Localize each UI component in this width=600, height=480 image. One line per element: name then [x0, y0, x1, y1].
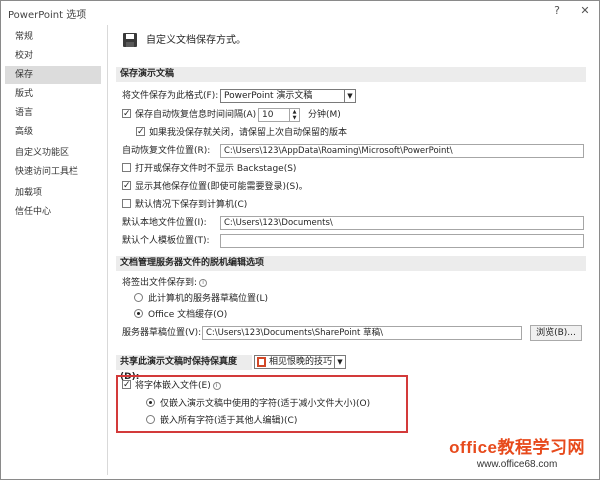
sidebar-item-language[interactable]: 语言: [5, 104, 101, 122]
save-icon: [123, 33, 137, 47]
show-additional-row: 显示其他保存位置(即使可能需要登录)(S)。: [122, 178, 308, 195]
title-bar: PowerPoint 选项 ? ✕: [1, 1, 599, 23]
autorecover-minutes-value: 10: [262, 110, 274, 120]
fidelity-section-header: 共享此演示文稿时保持保真度(D):: [116, 355, 252, 382]
watermark-title: office教程学习网: [449, 438, 585, 457]
sidebar-item-quick-access[interactable]: 快速访问工具栏: [5, 163, 101, 181]
no-backstage-label: 打开或保存文件时不显示 Backstage(S): [135, 164, 297, 174]
sidebar-item-layout[interactable]: 版式: [5, 85, 101, 103]
personal-templates-input[interactable]: [220, 234, 584, 248]
watermark-url: www.office68.com: [476, 459, 558, 470]
chevron-down-icon: ▼: [334, 356, 345, 368]
save-to-computer-checkbox[interactable]: [122, 199, 131, 208]
options-window: PowerPoint 选项 ? ✕ 常规 校对 保存 版式 语言 高级 自定义功…: [0, 0, 600, 480]
close-button[interactable]: ✕: [573, 3, 597, 19]
sidebar-item-add-ins[interactable]: 加载项: [5, 184, 101, 202]
autorecover-minutes-stepper[interactable]: 10 ▲ ▼: [258, 108, 300, 122]
keep-last-label: 如果我没保存就关闭，请保留上次自动保留的版本: [149, 128, 348, 138]
embed-fonts-checkbox[interactable]: [122, 377, 131, 393]
sidebar-item-advanced[interactable]: 高级: [5, 123, 101, 141]
sidebar: 常规 校对 保存 版式 语言 高级 自定义功能区 快速访问工具栏 加载项 信任中…: [5, 25, 101, 475]
window-title: PowerPoint 选项: [8, 10, 87, 21]
browse-button[interactable]: 浏览(B)...: [530, 325, 582, 341]
embed-all-label: 嵌入所有字符(适于其他人编辑)(C): [160, 416, 298, 426]
show-additional-label: 显示其他保存位置(即使可能需要登录)(S)。: [135, 182, 308, 192]
embed-all-row: 嵌入所有字符(适于其他人编辑)(C): [146, 413, 297, 429]
drafts-location-label: 服务器草稿位置(V):: [122, 328, 202, 338]
fidelity-presentation-select[interactable]: 相见恨晚的技巧 ▼: [254, 355, 346, 369]
show-additional-checkbox[interactable]: [122, 178, 131, 194]
content-pane: 自定义文档保存方式。 保存演示文稿 将文件保存为此格式(F): PowerPoi…: [107, 25, 595, 475]
server-drafts-label: 此计算机的服务器草稿位置(L): [148, 294, 269, 304]
server-drafts-radio[interactable]: [134, 293, 143, 302]
fidelity-presentation-value: 相见恨晚的技巧: [269, 357, 333, 367]
save-to-computer-label: 默认情况下保存到计算机(C): [135, 200, 248, 210]
page-title: 自定义文档保存方式。: [146, 35, 246, 46]
sidebar-item-general[interactable]: 常规: [5, 28, 101, 46]
format-select-value: PowerPoint 演示文稿: [224, 91, 313, 101]
checkout-label: 将签出文件保存到:: [122, 278, 198, 288]
save-section-header: 保存演示文稿: [116, 67, 586, 82]
help-button[interactable]: ?: [545, 3, 569, 19]
embed-fonts-row: 将字体嵌入文件(E)i: [122, 377, 221, 394]
office-cache-radio[interactable]: [134, 309, 143, 318]
personal-templates-label: 默认个人模板位置(T):: [122, 236, 210, 246]
autorecover-label: 保存自动恢复信息时间间隔(A): [135, 110, 257, 120]
default-local-input[interactable]: C:\Users\123\Documents\: [220, 216, 584, 230]
embed-used-row: 仅嵌入演示文稿中使用的字符(适于减小文件大小)(O): [146, 396, 370, 412]
office-cache-row: Office 文档缓存(O): [134, 307, 227, 323]
save-to-computer-row: 默认情况下保存到计算机(C): [122, 197, 247, 213]
no-backstage-checkbox[interactable]: [122, 163, 131, 172]
format-select[interactable]: PowerPoint 演示文稿 ▼: [220, 89, 356, 103]
spinner-arrows-icon[interactable]: ▲ ▼: [289, 109, 299, 121]
chevron-down-icon: ▼: [344, 90, 355, 102]
minutes-label: 分钟(M): [308, 110, 341, 120]
sidebar-item-trust-center[interactable]: 信任中心: [5, 203, 101, 221]
info-icon: i: [199, 279, 208, 287]
keep-last-row: 如果我没保存就关闭，请保留上次自动保留的版本: [136, 124, 348, 141]
checkout-row: 将签出文件保存到: i: [122, 275, 208, 291]
sidebar-item-customize-ribbon[interactable]: 自定义功能区: [5, 144, 101, 162]
autorecover-location-input[interactable]: C:\Users\123\AppData\Roaming\Microsoft\P…: [220, 144, 584, 158]
office-cache-label: Office 文档缓存(O): [148, 310, 228, 320]
drafts-location-input[interactable]: C:\Users\123\Documents\SharePoint 草稿\: [202, 326, 522, 340]
sidebar-item-save[interactable]: 保存: [5, 66, 101, 84]
info-icon: i: [212, 382, 221, 390]
no-backstage-row: 打开或保存文件时不显示 Backstage(S): [122, 161, 296, 177]
autorecover-location-label: 自动恢复文件位置(R):: [122, 146, 211, 156]
autorecover-row: 保存自动恢复信息时间间隔(A): [122, 106, 257, 123]
embed-used-label: 仅嵌入演示文稿中使用的字符(适于减小文件大小)(O): [160, 399, 371, 409]
presentation-file-icon: [257, 357, 266, 367]
default-local-label: 默认本地文件位置(I):: [122, 218, 207, 228]
embed-all-radio[interactable]: [146, 415, 155, 424]
sidebar-item-proofing[interactable]: 校对: [5, 47, 101, 65]
format-label: 将文件保存为此格式(F):: [122, 91, 219, 101]
embed-fonts-label: 将字体嵌入文件(E): [135, 381, 211, 391]
offline-section-header: 文档管理服务器文件的脱机编辑选项: [116, 256, 586, 271]
embed-used-radio[interactable]: [146, 398, 155, 407]
keep-last-checkbox[interactable]: [136, 124, 145, 140]
autorecover-checkbox[interactable]: [122, 106, 131, 122]
server-drafts-row: 此计算机的服务器草稿位置(L): [134, 291, 268, 307]
watermark: office教程学习网 www.office68.com: [449, 433, 585, 470]
